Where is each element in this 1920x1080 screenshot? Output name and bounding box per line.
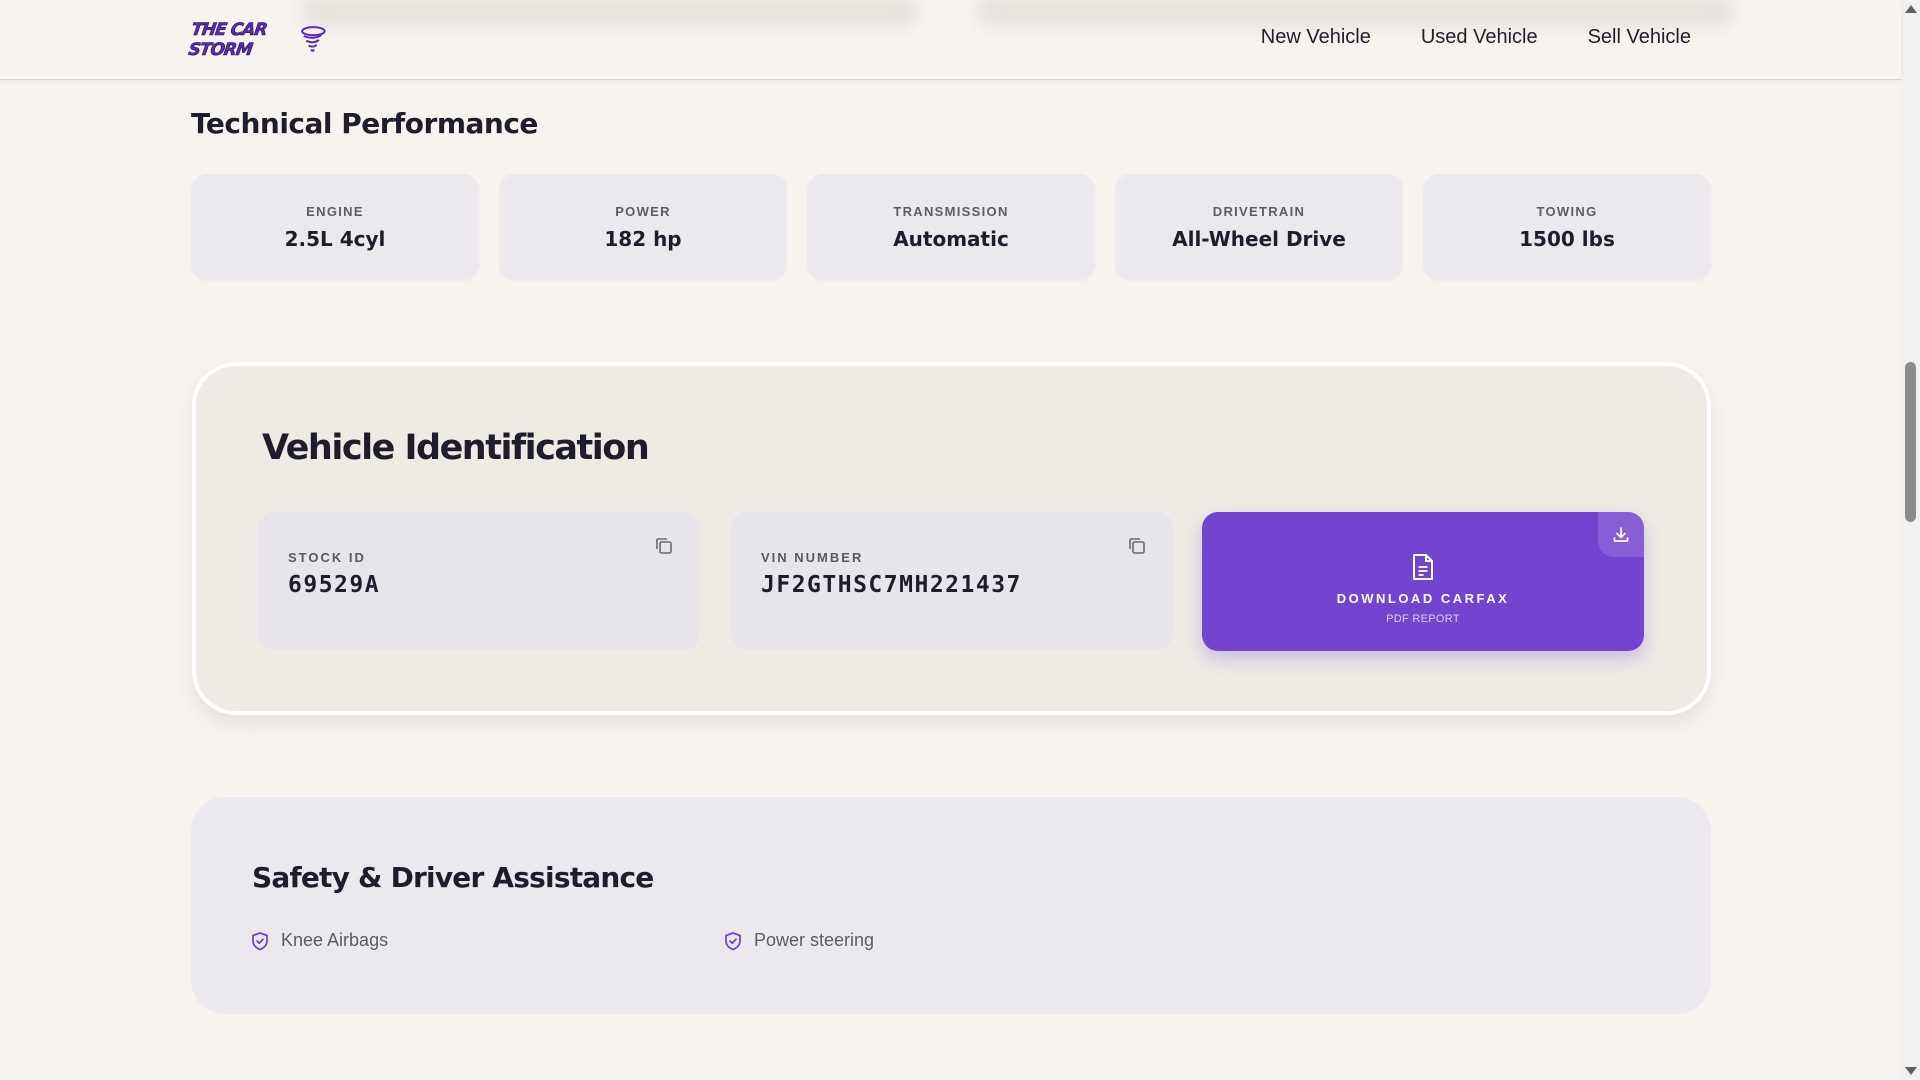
spec-value: 182 hp bbox=[604, 226, 682, 251]
safety-title: Safety & Driver Assistance bbox=[252, 861, 654, 894]
download-icon bbox=[1613, 526, 1629, 542]
vin-number-value: JF2GTHSC7MH221437 bbox=[761, 572, 1022, 598]
scroll-up-arrow[interactable] bbox=[1905, 5, 1917, 13]
download-carfax-button[interactable]: DOWNLOAD CARFAX PDF REPORT bbox=[1202, 512, 1644, 651]
spec-card-power: POWER 182 hp bbox=[499, 174, 787, 280]
spec-label: TOWING bbox=[1536, 203, 1598, 219]
nav-new-vehicle[interactable]: New Vehicle bbox=[1261, 26, 1371, 49]
pdf-report-label: PDF REPORT bbox=[1386, 612, 1460, 625]
copy-icon[interactable] bbox=[1127, 536, 1147, 556]
vin-number-label: VIN NUMBER bbox=[761, 550, 864, 565]
site-header: THE CAR STORM New Vehicle Used Vehicle S… bbox=[0, 0, 1901, 80]
header-blur-decoration bbox=[975, 0, 1735, 28]
vin-number-card: VIN NUMBER JF2GTHSC7MH221437 bbox=[731, 512, 1173, 650]
download-icon-badge bbox=[1598, 512, 1644, 557]
feature-item: Power steering bbox=[724, 930, 874, 951]
shield-check-icon bbox=[725, 931, 741, 950]
stock-id-value: 69529A bbox=[288, 572, 381, 598]
spec-label: POWER bbox=[615, 203, 671, 219]
spec-label: ENGINE bbox=[306, 203, 364, 219]
stock-id-card: STOCK ID 69529A bbox=[258, 512, 700, 650]
nav-used-vehicle[interactable]: Used Vehicle bbox=[1421, 26, 1538, 49]
spec-label: TRANSMISSION bbox=[893, 203, 1009, 219]
copy-icon[interactable] bbox=[654, 536, 674, 556]
spec-value: All-Wheel Drive bbox=[1172, 226, 1346, 251]
scroll-thumb[interactable] bbox=[1905, 362, 1916, 522]
vertical-scrollbar[interactable] bbox=[1901, 0, 1920, 1080]
spec-value: Automatic bbox=[893, 226, 1009, 251]
spec-value: 1500 lbs bbox=[1519, 226, 1615, 251]
vehicle-identification-title: Vehicle Identification bbox=[262, 428, 650, 468]
header-blur-decoration bbox=[300, 0, 920, 28]
document-icon bbox=[1413, 553, 1433, 580]
main-nav: New Vehicle Used Vehicle Sell Vehicle bbox=[1261, 26, 1691, 49]
technical-performance-title: Technical Performance bbox=[191, 107, 538, 140]
feature-label: Knee Airbags bbox=[281, 930, 389, 950]
spec-value: 2.5L 4cyl bbox=[284, 226, 386, 251]
stock-id-label: STOCK ID bbox=[288, 550, 366, 565]
scroll-down-arrow[interactable] bbox=[1905, 1067, 1917, 1075]
nav-sell-vehicle[interactable]: Sell Vehicle bbox=[1588, 26, 1691, 49]
spec-cards: ENGINE 2.5L 4cyl POWER 182 hp TRANSMISSI… bbox=[191, 174, 1711, 280]
shield-check-icon bbox=[252, 931, 268, 950]
spec-card-transmission: TRANSMISSION Automatic bbox=[807, 174, 1095, 280]
safety-panel: Safety & Driver Assistance Knee Airbags … bbox=[191, 797, 1711, 1014]
download-carfax-label: DOWNLOAD CARFAX bbox=[1336, 590, 1510, 606]
spec-card-engine: ENGINE 2.5L 4cyl bbox=[191, 174, 479, 280]
vehicle-identification-panel: Vehicle Identification STOCK ID 69529A V… bbox=[192, 362, 1711, 715]
logo-text: THE CAR STORM bbox=[187, 20, 268, 61]
spec-card-drivetrain: DRIVETRAIN All-Wheel Drive bbox=[1115, 174, 1403, 280]
site-logo[interactable]: THE CAR STORM bbox=[187, 18, 326, 62]
feature-label: Power steering bbox=[754, 930, 875, 950]
spec-card-towing: TOWING 1500 lbs bbox=[1423, 174, 1711, 280]
feature-item: Knee Airbags bbox=[251, 930, 388, 951]
spec-label: DRIVETRAIN bbox=[1212, 203, 1306, 219]
